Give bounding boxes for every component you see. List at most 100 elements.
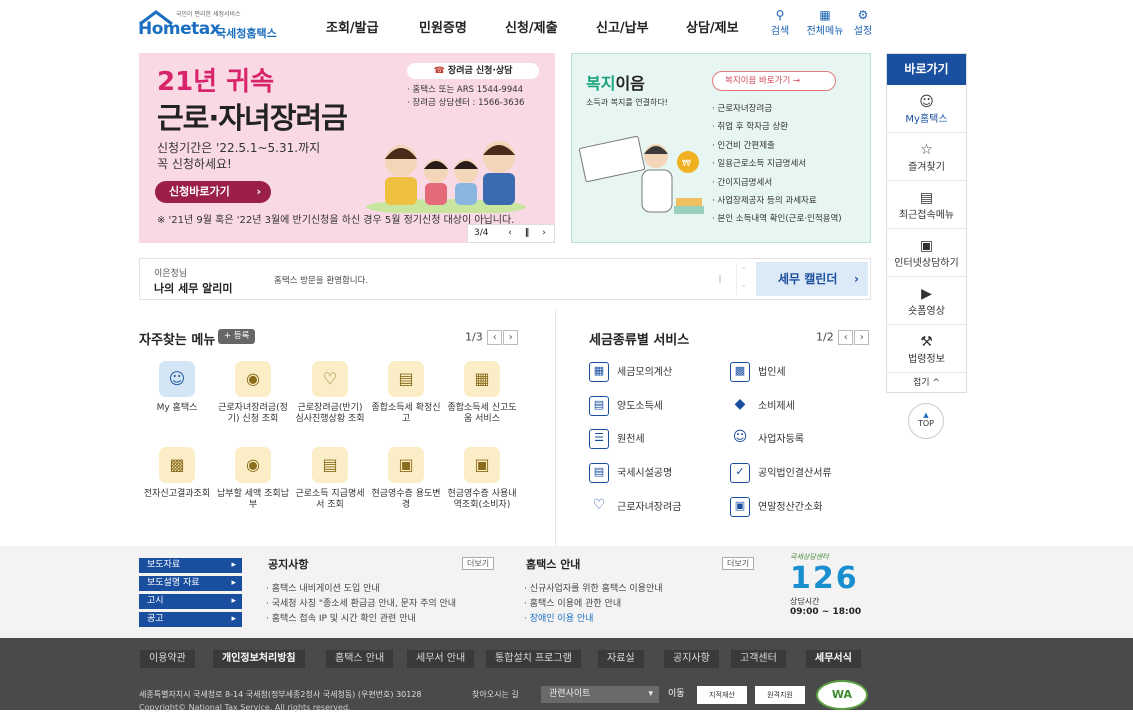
- welfare-item[interactable]: · 간이지급명세서: [712, 174, 868, 192]
- svc-consumption-tax[interactable]: ◆ 소비제세: [730, 396, 795, 416]
- footer-install[interactable]: 통합설치 프로그램: [486, 650, 581, 668]
- nav-filing[interactable]: 신고/납부: [596, 17, 649, 36]
- freq-item-filing-help[interactable]: ▦ 종합소득세 신고도움 서비스: [444, 361, 520, 425]
- search-button[interactable]: ⚲ 검색: [763, 8, 797, 37]
- freq-item-label: My 홈택스: [156, 403, 198, 413]
- all-menu-button[interactable]: ▦ 전체메뉴: [804, 8, 846, 37]
- freq-item-receipt-change[interactable]: ▣ 현금영수증 용도변경: [368, 447, 444, 511]
- banner-page-number: 3/4: [474, 228, 489, 238]
- svc-national-tax-notice[interactable]: ▤ 국세시설공명: [589, 463, 672, 483]
- tag-label: 보도설명 자료: [147, 578, 200, 588]
- ip-badge: 지적재산: [697, 686, 747, 704]
- prev-page-button[interactable]: ‹: [838, 330, 854, 345]
- footer-privacy[interactable]: 개인정보처리방침: [213, 650, 305, 668]
- footer-office-guide[interactable]: 세무서 안내: [407, 650, 475, 668]
- welfare-item[interactable]: · 인건비 간편제출: [712, 137, 868, 155]
- quick-item-myhometax[interactable]: ☺ My홈택스: [887, 85, 966, 133]
- money-bag-icon: ◉: [235, 361, 271, 397]
- freq-item-payroll-statement[interactable]: ▤ 근로소득 지급명세서 조회: [292, 447, 368, 511]
- heart-coin-icon: ♡: [312, 361, 348, 397]
- related-sites-select[interactable]: 관련사이트 ▾: [541, 686, 659, 703]
- quick-item-favorites[interactable]: ☆ 즐겨찾기: [887, 133, 966, 181]
- quick-menu-title: 바로가기: [887, 54, 966, 85]
- freq-item-eitc[interactable]: ◉ 근로자녀장려금(정기) 신청 조회: [215, 361, 291, 425]
- chevron-down-icon[interactable]: ⌄: [737, 278, 750, 293]
- notice-more-button[interactable]: 더보기: [462, 557, 495, 570]
- guide-item[interactable]: · 장애인 이용 안내: [524, 612, 663, 627]
- svc-eitc[interactable]: ♡ 근로자녀장려금: [589, 497, 682, 517]
- register-button[interactable]: + 등록: [218, 329, 256, 344]
- next-page-button[interactable]: ›: [854, 330, 870, 345]
- notice-item[interactable]: · 홈택스 접속 IP 및 시간 확인 관련 안내: [266, 612, 456, 627]
- quick-item-law[interactable]: ⚒ 법령정보: [887, 325, 966, 373]
- welfare-banner[interactable]: 복지이음 소득과 복지를 연결하다! 복지이음 바로가기 → ₩ · 근로자녀장…: [571, 53, 871, 243]
- welfare-item[interactable]: · 근로자녀장려금: [712, 100, 868, 118]
- caret-right-icon: ▸: [231, 596, 236, 606]
- apply-now-button[interactable]: 신청바로가기 ›: [155, 181, 271, 203]
- pause-button[interactable]: ‖: [519, 225, 535, 242]
- footer-directions[interactable]: 찾아오시는 길: [472, 689, 519, 700]
- quick-item-recent[interactable]: ▤ 최근접속메뉴: [887, 181, 966, 229]
- footer-terms[interactable]: 이용약관: [140, 650, 195, 668]
- welfare-item[interactable]: · 사업장제공자 등의 과세자료: [712, 192, 868, 210]
- next-slide-button[interactable]: ›: [536, 225, 552, 242]
- person-icon: ☺: [732, 429, 748, 445]
- footer-support[interactable]: 고객센터: [731, 650, 786, 668]
- footer-forms[interactable]: 세무서식: [806, 650, 861, 668]
- tax-calendar-button[interactable]: 세무 캘린더 ›: [756, 262, 868, 296]
- welfare-item[interactable]: · 본인 소득내역 확인(근로·인적용역): [712, 210, 868, 228]
- svc-tax-simulation[interactable]: ▦ 세금모의계산: [589, 362, 672, 382]
- next-page-button[interactable]: ›: [503, 330, 519, 345]
- press-explanation-link[interactable]: 보도설명 자료 ▸: [139, 576, 242, 591]
- top-button[interactable]: ▲ TOP: [908, 403, 944, 439]
- go-button[interactable]: 이동: [664, 686, 689, 703]
- footer-hometax-guide[interactable]: 홈택스 안내: [326, 650, 394, 668]
- svc-transfer-tax[interactable]: ▤ 양도소득세: [589, 396, 663, 416]
- tag-label: 고시: [147, 596, 164, 606]
- freq-item-income-tax[interactable]: ▤ 종합소득세 확정신고: [368, 361, 444, 425]
- nav-inquiry[interactable]: 조회/발급: [326, 17, 379, 36]
- remote-support-button[interactable]: 원격지원: [755, 686, 805, 704]
- nav-consult[interactable]: 상담/제보: [686, 17, 739, 36]
- notice-item[interactable]: · 홈택스 내비게이션 도입 안내: [266, 582, 456, 597]
- quick-item-shortform[interactable]: ▶ 숏폼영상: [887, 277, 966, 325]
- guide-item[interactable]: · 신규사업자를 위한 홈택스 이용안내: [524, 582, 663, 597]
- footer-archive[interactable]: 자료실: [598, 650, 644, 668]
- hours-label: 상담시간: [790, 597, 820, 606]
- freq-item-myhometax[interactable]: ☺ My 홈택스: [139, 361, 215, 414]
- fold-button[interactable]: 접기 ^: [887, 373, 966, 393]
- eitc-banner[interactable]: 21년 귀속 근로·자녀장려금 ☎ 장려금 신청·상담 · 홈택스 또는 ARS…: [139, 53, 555, 243]
- svc-corporate-tax[interactable]: ▩ 법인세: [730, 362, 786, 382]
- footer-notice[interactable]: 공지사항: [664, 650, 719, 668]
- welfare-subtitle: 소득과 복지를 연결하다!: [586, 98, 668, 107]
- nav-certificate[interactable]: 민원증명: [419, 17, 467, 36]
- hometax-logo[interactable]: 국민이 편리한 세정서비스 Hometax 국세청홈택스: [138, 8, 278, 40]
- welfare-item[interactable]: · 취업 후 학자금 상환: [712, 118, 868, 136]
- chevron-up-icon[interactable]: ⌃: [737, 263, 750, 278]
- svc-withholding-tax[interactable]: ☰ 원천세: [589, 429, 645, 449]
- notifier-scroll[interactable]: ⌃ ⌄: [736, 263, 750, 295]
- guide-item[interactable]: · 홈택스 이용에 관한 안내: [524, 597, 663, 612]
- guide-more-button[interactable]: 더보기: [722, 557, 755, 570]
- nav-application[interactable]: 신청/제출: [505, 17, 558, 36]
- tax-notifier-bar: 이은정님 나의 세무 알리미 홈택스 방문을 환영합니다. ‖ ⌃ ⌄ 세무 캘린…: [139, 258, 871, 300]
- prev-page-button[interactable]: ‹: [487, 330, 503, 345]
- public-notice-link[interactable]: 공고 ▸: [139, 612, 242, 627]
- notice-item[interactable]: · 국세청 사칭 "종소세 환급금 안내, 문자 주의 안내: [266, 597, 456, 612]
- svc-public-interest[interactable]: ✓ 공익법인결산서류: [730, 463, 832, 483]
- welfare-link-button[interactable]: 복지이음 바로가기 →: [712, 71, 836, 91]
- svc-year-end-settlement[interactable]: ▣ 연말정산간소화: [730, 497, 822, 517]
- press-release-link[interactable]: 보도자료 ▸: [139, 558, 242, 573]
- freq-item-tax-payment[interactable]: ◉ 납부할 세액 조회납부: [215, 447, 291, 511]
- welfare-item[interactable]: · 일용근로소득 지급명세서: [712, 155, 868, 173]
- settings-button[interactable]: ⚙ 설정: [846, 8, 880, 37]
- freq-item-receipt-history[interactable]: ▣ 현금영수증 사용내역조회(소비자): [444, 447, 520, 511]
- svc-label: 원천세: [617, 434, 645, 445]
- freq-item-e-filing-result[interactable]: ▩ 전자신고결과조회: [139, 447, 215, 500]
- pause-icon[interactable]: ‖: [718, 274, 722, 283]
- freq-item-eitc-status[interactable]: ♡ 근로장려금(반기) 심사진행상황 조회: [292, 361, 368, 425]
- svc-business-registration[interactable]: ☺ 사업자등록: [730, 429, 804, 449]
- quick-item-online-consult[interactable]: ▣ 인터넷상담하기: [887, 229, 966, 277]
- prev-slide-button[interactable]: ‹: [502, 225, 518, 242]
- announcement-link[interactable]: 고시 ▸: [139, 594, 242, 609]
